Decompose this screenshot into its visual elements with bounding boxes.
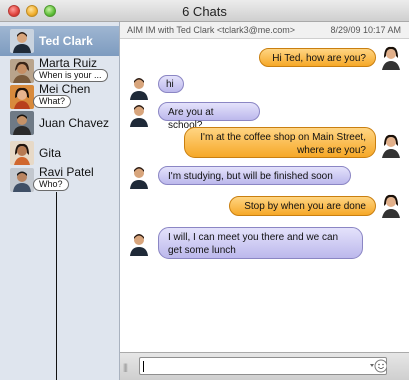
contact-ravi-patel[interactable]: Ravi Patel Who? — [0, 165, 119, 195]
message-bubble-outgoing: Hi Ted, how are you? — [259, 48, 376, 67]
avatar — [378, 192, 404, 218]
chat-header: AIM IM with Ted Clark <tclark3@me.com> 8… — [120, 22, 409, 39]
avatar — [10, 168, 34, 192]
contact-name: Ted Clark — [39, 34, 93, 48]
contact-ted-clark[interactable]: Ted Clark — [0, 26, 119, 56]
contact-juan-chavez[interactable]: Juan Chavez — [0, 108, 119, 138]
avatar — [126, 74, 152, 100]
message-bubble-incoming: hi — [158, 75, 184, 93]
avatar — [10, 111, 34, 135]
contact-name: Mei Chen — [39, 82, 91, 96]
contact-gita[interactable]: Gita — [0, 138, 119, 168]
ichat-window: 6 Chats Ted Clark Marta Ruiz When is you… — [0, 0, 409, 380]
avatar — [10, 141, 34, 165]
chat-timestamp: 8/29/09 10:17 AM — [330, 25, 401, 35]
contact-name: Marta Ruiz — [39, 56, 98, 70]
message-bubble-outgoing: Stop by when you are done — [229, 196, 376, 216]
message-bubble-outgoing: I'm at the coffee shop on Main Street, w… — [184, 127, 376, 158]
resize-grip-icon[interactable]: ||| — [123, 362, 128, 372]
avatar — [126, 101, 152, 127]
message-bubble-incoming: I'm studying, but will be finished soon — [158, 166, 351, 185]
callout-line — [56, 192, 57, 380]
message-input[interactable] — [139, 357, 387, 375]
status-message-bubble: Who? — [33, 178, 69, 191]
contact-name: Gita — [39, 146, 62, 160]
avatar — [378, 132, 404, 158]
window-title: 6 Chats — [182, 4, 227, 19]
chat-participant-info: AIM IM with Ted Clark <tclark3@me.com> — [127, 25, 296, 35]
avatar — [10, 29, 34, 53]
message-bubble-incoming: Are you at school? — [158, 102, 260, 131]
chat-list-sidebar: Ted Clark Marta Ruiz When is your ... Me… — [0, 22, 120, 380]
message-bubble-incoming: I will, I can meet you there and we can … — [158, 227, 363, 259]
avatar — [126, 230, 152, 256]
title-bar[interactable]: 6 Chats — [0, 0, 409, 22]
contact-name: Ravi Patel — [39, 165, 94, 179]
avatar — [10, 85, 34, 109]
emoticon-icon[interactable] — [369, 358, 388, 374]
contact-name: Juan Chavez — [39, 116, 110, 130]
status-message-bubble: When is your ... — [33, 69, 108, 82]
avatar — [378, 44, 404, 70]
chat-transcript-pane: AIM IM with Ted Clark <tclark3@me.com> 8… — [120, 22, 409, 380]
text-caret — [143, 361, 144, 372]
avatar — [126, 163, 152, 189]
status-message-bubble: What? — [33, 95, 72, 108]
message-input-bar: ||| — [120, 352, 409, 380]
avatar — [10, 59, 34, 83]
